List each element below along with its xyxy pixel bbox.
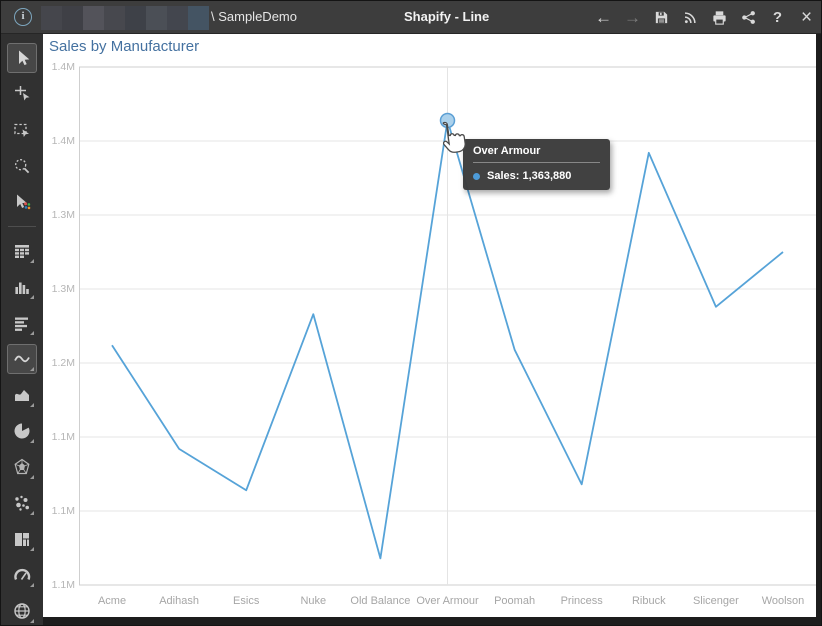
pointer-tool[interactable] bbox=[7, 43, 37, 73]
x-axis-label: Woolson bbox=[743, 595, 822, 607]
print-icon[interactable] bbox=[710, 8, 729, 27]
bar-chart-tool[interactable] bbox=[7, 272, 37, 302]
pan-tool[interactable] bbox=[7, 79, 37, 109]
gauge-tool[interactable] bbox=[7, 560, 37, 590]
tooltip-title: Over Armour bbox=[473, 145, 600, 163]
horizontal-bar-chart-tool[interactable] bbox=[7, 308, 37, 338]
forward-icon[interactable]: → bbox=[623, 8, 642, 27]
save-icon[interactable] bbox=[652, 8, 671, 27]
y-axis-label: 1.4M bbox=[43, 134, 75, 148]
scatter-chart-tool[interactable] bbox=[7, 488, 37, 518]
tooltip: Over Armour Sales: 1,363,880 bbox=[463, 139, 610, 190]
window-frame-right bbox=[816, 34, 822, 626]
y-axis-label: 1.3M bbox=[43, 282, 75, 296]
breadcrumb: \ SampleDemo bbox=[211, 9, 297, 24]
page-title: Shapify - Line bbox=[404, 9, 489, 24]
map-tool[interactable] bbox=[7, 596, 37, 626]
sidebar-divider bbox=[8, 226, 36, 227]
series-dot-icon bbox=[473, 173, 480, 180]
y-axis-label: 1.2M bbox=[43, 356, 75, 370]
share-icon[interactable] bbox=[739, 8, 758, 27]
chart-title: Sales by Manufacturer bbox=[49, 38, 199, 55]
pie-chart-tool[interactable] bbox=[7, 416, 37, 446]
app-window: i \ SampleDemo Shapify - Line ← → ? bbox=[0, 0, 822, 626]
info-icon[interactable]: i bbox=[14, 8, 32, 26]
rss-icon[interactable] bbox=[681, 8, 700, 27]
back-icon[interactable]: ← bbox=[594, 8, 613, 27]
area-chart-tool[interactable] bbox=[7, 380, 37, 410]
plot-svg[interactable] bbox=[79, 67, 816, 585]
tool-sidebar bbox=[1, 34, 43, 626]
plot-wrap bbox=[79, 67, 816, 585]
table-tool[interactable] bbox=[7, 236, 37, 266]
y-axis-label: 1.1M bbox=[43, 430, 75, 444]
zoom-region-tool[interactable] bbox=[7, 151, 37, 181]
y-axis-label: 1.3M bbox=[43, 208, 75, 222]
y-axis-label: 1.1M bbox=[43, 578, 75, 592]
highlighted-data-point[interactable] bbox=[441, 113, 455, 127]
revisualize-tool[interactable] bbox=[7, 187, 37, 217]
line-chart-tool[interactable] bbox=[7, 344, 37, 374]
radar-chart-tool[interactable] bbox=[7, 452, 37, 482]
chart-canvas: Sales by Manufacturer 1.4M 1.4M 1.3M 1.3M 1.… bbox=[43, 34, 816, 617]
top-bar: i \ SampleDemo Shapify - Line ← → ? bbox=[1, 1, 822, 34]
tooltip-value: Sales: 1,363,880 bbox=[487, 170, 571, 182]
window-frame-bottom bbox=[43, 617, 816, 626]
y-axis-label: 1.1M bbox=[43, 504, 75, 518]
help-icon[interactable]: ? bbox=[768, 8, 787, 27]
close-icon[interactable]: × bbox=[797, 8, 816, 27]
treemap-tool[interactable] bbox=[7, 524, 37, 554]
redacted-project-name bbox=[41, 6, 209, 30]
rectangle-select-tool[interactable] bbox=[7, 115, 37, 145]
y-axis-label: 1.4M bbox=[43, 60, 75, 74]
